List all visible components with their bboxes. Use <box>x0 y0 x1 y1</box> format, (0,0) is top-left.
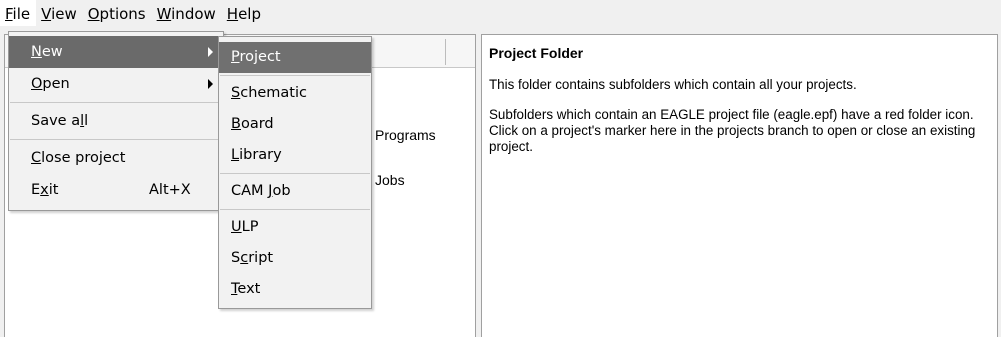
file-menu-exit-label: it <box>48 182 59 198</box>
menu-bar: File View Options Window Help <box>0 0 1001 31</box>
file-menu-save-all[interactable]: Save all <box>9 105 223 137</box>
menu-help-accel: H <box>226 5 239 23</box>
new-menu-ulp[interactable]: ULP <box>219 212 371 243</box>
file-menu-close-project-label: lose project <box>41 150 126 166</box>
file-menu-exit-accel: x <box>40 182 49 198</box>
new-menu-library[interactable]: Library <box>219 140 371 171</box>
exit-shortcut: Alt+X <box>149 182 191 198</box>
menu-options[interactable]: Options <box>83 0 152 26</box>
column-divider[interactable] <box>445 39 446 65</box>
menu-file[interactable]: File <box>0 0 37 26</box>
file-menu-close-project-accel: C <box>31 150 42 166</box>
new-menu-text[interactable]: Text <box>219 274 371 305</box>
info-pane: Project Folder This folder contains subf… <box>481 34 998 337</box>
menu-file-label: ile <box>12 5 31 23</box>
file-menu-close-project[interactable]: Close project <box>9 142 223 174</box>
menu-separator <box>220 209 370 210</box>
file-menu-open[interactable]: Open <box>9 68 223 100</box>
file-menu-open-label: pen <box>42 76 70 92</box>
new-menu-board-label: oard <box>240 116 274 132</box>
new-menu-project-accel: P <box>231 49 240 65</box>
info-paragraph-1: This folder contains subfolders which co… <box>489 77 857 92</box>
tree-description-jobs: Jobs <box>375 172 405 188</box>
new-menu-cam-job-label: ob <box>272 183 291 199</box>
menu-separator <box>220 173 370 174</box>
new-menu-schematic[interactable]: Schematic <box>219 78 371 109</box>
menu-view[interactable]: View <box>36 0 83 26</box>
menu-options-label: ptions <box>99 5 146 23</box>
menu-separator <box>220 75 370 76</box>
new-menu-board[interactable]: Board <box>219 109 371 140</box>
new-menu-script-accel: c <box>240 250 249 266</box>
menu-help-label: elp <box>238 5 261 23</box>
menu-view-accel: V <box>41 5 52 23</box>
file-menu-exit[interactable]: Exit Alt+X <box>9 174 223 206</box>
menu-separator <box>10 139 222 140</box>
menu-window-label: indow <box>171 5 216 23</box>
file-menu-new-label: ew <box>41 44 63 60</box>
new-menu-ulp-label: LP <box>241 219 259 235</box>
menu-options-accel: O <box>87 5 100 23</box>
new-menu-script-pre: S <box>231 250 241 266</box>
info-paragraph-2: Subfolders which contain an EAGLE projec… <box>489 107 976 154</box>
new-menu-cam-job[interactable]: CAM Job <box>219 176 371 207</box>
file-menu-exit-pre: E <box>31 182 41 198</box>
info-title: Project Folder <box>489 45 584 61</box>
tree-description-programs: Programs <box>375 127 436 143</box>
new-menu-text-label: ext <box>237 281 261 297</box>
new-menu-project[interactable]: Project <box>219 42 371 73</box>
file-menu-new[interactable]: New <box>9 36 223 68</box>
menu-separator <box>10 102 222 103</box>
menu-view-label: iew <box>51 5 77 23</box>
new-menu-schematic-accel: S <box>231 85 241 101</box>
file-menu-open-accel: O <box>31 76 43 92</box>
menu-window[interactable]: Window <box>152 0 222 26</box>
menu-file-accel: F <box>5 5 13 23</box>
new-menu-schematic-label: chematic <box>240 85 307 101</box>
submenu-arrow-icon <box>208 47 213 57</box>
file-menu-save-all-label: l <box>84 113 89 129</box>
submenu-arrow-icon <box>208 79 213 89</box>
new-menu-script-label: ript <box>248 250 274 266</box>
new-menu-cam-job-pre: CAM <box>231 183 269 199</box>
file-menu-save-all-pre: Save a <box>31 113 81 129</box>
new-menu-library-label: ibrary <box>239 147 282 163</box>
new-submenu: Project Schematic Board Library CAM Job … <box>218 36 372 309</box>
new-menu-board-accel: B <box>231 116 241 132</box>
file-menu: New Open Save all Close project Exit Alt+… <box>8 31 224 211</box>
menu-help[interactable]: Help <box>222 0 267 26</box>
new-menu-library-accel: L <box>231 147 240 163</box>
file-menu-new-accel: N <box>31 44 42 60</box>
new-menu-ulp-accel: U <box>231 219 242 235</box>
new-menu-project-label: roject <box>239 49 281 65</box>
menu-window-accel: W <box>156 5 172 23</box>
new-menu-script[interactable]: Script <box>219 243 371 274</box>
